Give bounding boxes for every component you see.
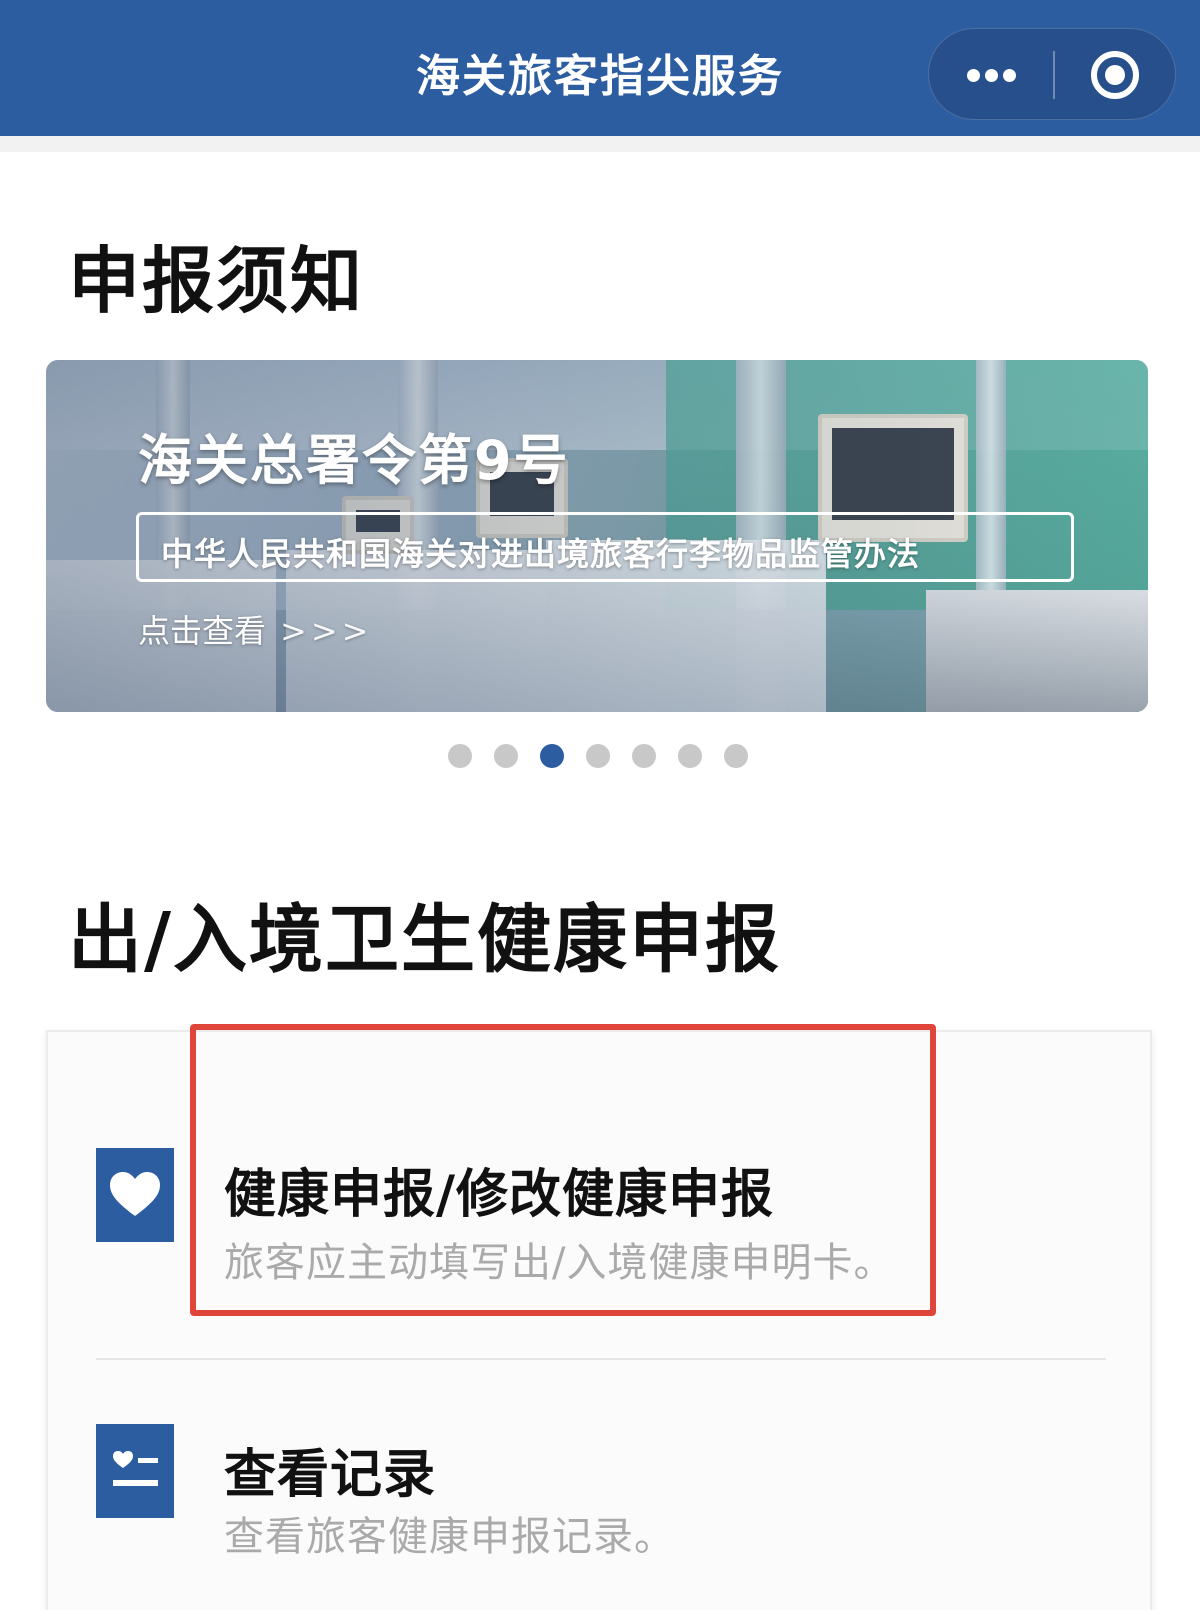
- carousel-dot[interactable]: [448, 744, 472, 768]
- mini-program-page: 海关旅客指尖服务 申报须知 海关总署令第9号 中华人民共和国海关对进出境旅客行李…: [0, 0, 1200, 1610]
- carousel-dot[interactable]: [632, 744, 656, 768]
- carousel-dot[interactable]: [724, 744, 748, 768]
- health-service-card: 健康申报/修改健康申报 旅客应主动填写出/入境健康申明卡。 查看记录 查看旅客健…: [46, 1030, 1152, 1610]
- view-records-item[interactable]: 查看记录 查看旅客健康申报记录。: [48, 1352, 1154, 1610]
- chevron-right-icon: >>>: [280, 612, 373, 650]
- more-dots-icon[interactable]: [929, 29, 1053, 121]
- nav-bar: 海关旅客指尖服务: [0, 0, 1200, 136]
- health-record-icon: [96, 1424, 174, 1518]
- banner-subtitle: 中华人民共和国海关对进出境旅客行李物品监管办法: [161, 535, 921, 573]
- mini-program-capsule: [928, 28, 1176, 120]
- health-declaration-label: 健康申报/修改健康申报: [224, 1165, 774, 1225]
- carousel-dot-active[interactable]: [540, 744, 564, 768]
- notice-banner[interactable]: 海关总署令第9号 中华人民共和国海关对进出境旅客行李物品监管办法 点击查看 >>>: [46, 360, 1148, 712]
- banner-view-link[interactable]: 点击查看 >>>: [138, 606, 372, 652]
- notice-section-title: 申报须知: [68, 239, 365, 323]
- banner-link-text: 点击查看: [138, 612, 267, 650]
- health-declaration-item[interactable]: 健康申报/修改健康申报 旅客应主动填写出/入境健康申明卡。: [48, 1072, 1154, 1360]
- nav-shadow: [0, 136, 1200, 152]
- carousel-dot[interactable]: [678, 744, 702, 768]
- health-section-title: 出/入境卫生健康申报: [68, 897, 782, 983]
- banner-subtitle-box: 中华人民共和国海关对进出境旅客行李物品监管办法: [136, 512, 1074, 582]
- banner-heading: 海关总署令第9号: [138, 429, 570, 492]
- heart-icon: [96, 1148, 174, 1242]
- view-records-description: 查看旅客健康申报记录。: [224, 1514, 675, 1560]
- health-declaration-description: 旅客应主动填写出/入境健康申明卡。: [224, 1240, 895, 1286]
- target-circle-icon[interactable]: [1055, 29, 1177, 121]
- carousel-indicator: [448, 744, 768, 768]
- carousel-dot[interactable]: [586, 744, 610, 768]
- carousel-dot[interactable]: [494, 744, 518, 768]
- view-records-label: 查看记录: [224, 1445, 437, 1505]
